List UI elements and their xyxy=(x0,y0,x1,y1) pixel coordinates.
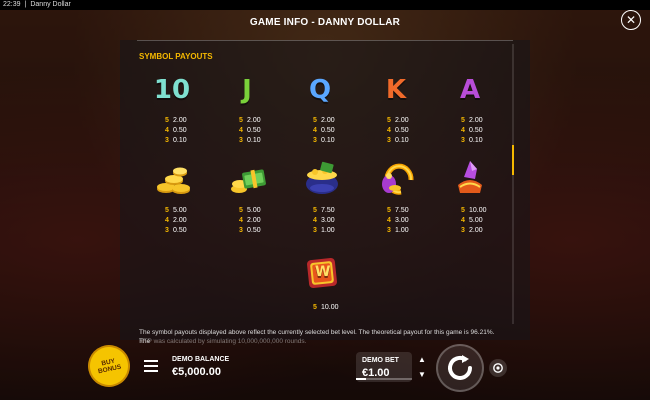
chevron-down-icon: ▼ xyxy=(418,369,426,379)
payout-list: 5 2.00 4 0.50 3 0.10 xyxy=(239,116,261,146)
payout-list: 5 10.00 xyxy=(313,303,339,313)
payout-row: 5 2.00 xyxy=(313,117,335,124)
symbol-j: J xyxy=(225,72,269,108)
bet-label: DEMO BET xyxy=(362,357,399,364)
payout-row: 4 5.00 xyxy=(461,217,483,224)
bet-level-fill xyxy=(356,378,366,380)
bet-increase-button[interactable]: ▲ xyxy=(414,352,430,366)
chevron-up-icon: ▲ xyxy=(418,354,426,364)
payout-row: 4 0.50 xyxy=(387,127,409,134)
close-button[interactable]: ✕ xyxy=(621,10,641,30)
pot-of-gold-icon xyxy=(306,161,338,194)
payout-list: 5 7.50 4 3.00 3 1.00 xyxy=(313,206,335,236)
payout-row: 3 0.50 xyxy=(165,227,187,234)
symbol-horseshoe xyxy=(374,160,418,196)
horseshoe-icon xyxy=(382,163,414,195)
gold-coins-icon xyxy=(157,167,190,194)
payout-row: 3 0.10 xyxy=(313,137,335,144)
payout-row: 5 10.00 xyxy=(461,207,487,214)
spin-icon xyxy=(448,355,472,380)
payout-list: 5 2.00 4 0.50 3 0.10 xyxy=(387,116,409,146)
spin-button[interactable] xyxy=(436,344,484,392)
payout-row: 3 0.50 xyxy=(239,227,261,234)
payout-row: 5 5.00 xyxy=(165,207,187,214)
symbol-gold-coins xyxy=(152,162,196,198)
symbol-ten: 10 xyxy=(150,72,194,108)
payout-row: 4 3.00 xyxy=(387,217,409,224)
payout-list: 5 10.00 4 5.00 3 2.00 xyxy=(461,206,487,236)
autoplay-icon xyxy=(493,363,503,373)
page-title: GAME INFO - DANNY DOLLAR xyxy=(249,17,401,28)
payout-row: 3 0.10 xyxy=(239,137,261,144)
payout-row: 5 2.00 xyxy=(461,117,483,124)
symbol-pot-of-gold xyxy=(300,160,344,196)
payout-row: 3 1.00 xyxy=(387,227,409,234)
payout-row: 3 0.10 xyxy=(461,137,483,144)
symbol-k: K xyxy=(374,72,418,108)
payout-list: 5 5.00 4 2.00 3 0.50 xyxy=(165,206,187,236)
payout-row: 5 2.00 xyxy=(387,117,409,124)
payout-row: 4 0.50 xyxy=(461,127,483,134)
status-bar: 22:39 | Danny Dollar xyxy=(0,0,650,10)
symbol-wild: W xyxy=(300,256,344,292)
section-title: SYMBOL PAYOUTS xyxy=(139,52,213,61)
payout-row: 5 7.50 xyxy=(387,207,409,214)
k-symbol-icon: K xyxy=(385,75,407,105)
scrollbar-track[interactable] xyxy=(512,44,514,324)
payout-row: 5 7.50 xyxy=(313,207,335,214)
payout-row: 4 2.00 xyxy=(165,217,187,224)
payout-row: 4 0.50 xyxy=(239,127,261,134)
payout-list: 5 7.50 4 3.00 3 1.00 xyxy=(387,206,409,236)
balance-value: €5,000.00 xyxy=(172,366,221,378)
scrollbar-thumb[interactable] xyxy=(512,145,514,175)
symbol-q: Q xyxy=(298,72,342,108)
payout-list: 5 2.00 4 0.50 3 0.10 xyxy=(165,116,187,146)
gem-icon xyxy=(458,161,482,193)
symbol-gem xyxy=(448,158,492,194)
status-time: 22:39 xyxy=(3,1,21,8)
bet-level-bar xyxy=(356,378,412,380)
rtp-info-text-continued: RTP was calculated by simulating 10,000,… xyxy=(139,338,307,345)
autoplay-button[interactable] xyxy=(489,359,507,377)
status-separator: | xyxy=(24,1,27,8)
q-symbol-icon: Q xyxy=(308,75,332,105)
bet-decrease-button[interactable]: ▼ xyxy=(414,367,430,381)
status-app-name: Danny Dollar xyxy=(30,1,71,8)
payout-row: 5 10.00 xyxy=(313,304,339,311)
payout-row: 3 0.10 xyxy=(387,137,409,144)
header-divider xyxy=(137,40,513,41)
payout-list: 5 5.00 4 2.00 3 0.50 xyxy=(239,206,261,236)
payout-row: 5 2.00 xyxy=(165,117,187,124)
payout-row: 3 0.10 xyxy=(165,137,187,144)
close-icon: ✕ xyxy=(625,13,637,27)
payout-row: 4 2.00 xyxy=(239,217,261,224)
ten-symbol-icon: 10 xyxy=(153,75,191,105)
payout-row: 5 5.00 xyxy=(239,207,261,214)
payout-row: 4 0.50 xyxy=(165,127,187,134)
balance-label: DEMO BALANCE xyxy=(172,356,230,363)
j-symbol-icon: J xyxy=(242,75,252,105)
payout-list: 5 2.00 4 0.50 3 0.10 xyxy=(461,116,483,146)
payout-list: 5 2.00 4 0.50 3 0.10 xyxy=(313,116,335,146)
wild-letter: W xyxy=(315,264,331,280)
symbol-cash-stack xyxy=(226,162,270,198)
payout-row: 3 2.00 xyxy=(461,227,483,234)
hamburger-menu-icon[interactable] xyxy=(144,360,158,372)
payout-row: 3 1.00 xyxy=(313,227,335,234)
cash-stack-icon xyxy=(231,169,266,193)
payout-row: 4 0.50 xyxy=(313,127,335,134)
payout-row: 4 3.00 xyxy=(313,217,335,224)
a-symbol-icon: A xyxy=(459,75,481,105)
symbol-a: A xyxy=(448,72,492,108)
payout-row: 5 2.00 xyxy=(239,117,261,124)
